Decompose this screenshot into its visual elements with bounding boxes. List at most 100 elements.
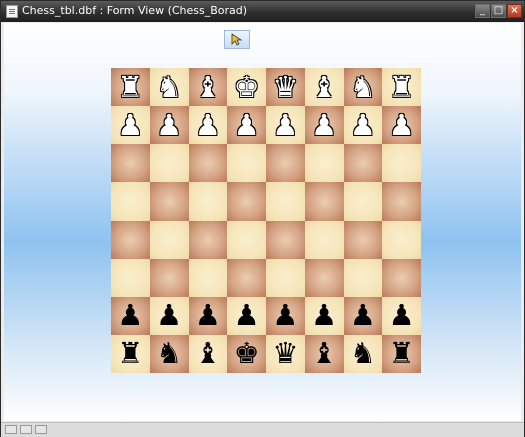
square-a5[interactable]	[111, 182, 150, 221]
black-piece[interactable]: ♟	[234, 301, 260, 330]
white-piece[interactable]: ♝	[311, 72, 337, 102]
square-d1[interactable]: ♚	[227, 334, 266, 373]
square-b8[interactable]: ♞	[149, 68, 189, 107]
square-g2[interactable]: ♟	[343, 296, 383, 335]
white-piece[interactable]: ♞	[350, 72, 376, 102]
square-f7[interactable]: ♟	[304, 106, 344, 145]
square-a6[interactable]	[111, 144, 150, 183]
square-e5[interactable]	[266, 182, 305, 221]
square-a1[interactable]: ♜	[111, 334, 150, 373]
close-button[interactable]: ×	[507, 4, 522, 18]
black-piece[interactable]: ♟	[389, 301, 415, 330]
white-piece[interactable]: ♟	[272, 110, 298, 140]
square-f8[interactable]: ♝	[304, 68, 344, 107]
white-piece[interactable]: ♜	[117, 72, 143, 102]
black-piece[interactable]: ♟	[272, 301, 298, 330]
square-c1[interactable]: ♝	[188, 334, 228, 373]
square-d4[interactable]	[227, 220, 266, 259]
square-d5[interactable]	[227, 182, 266, 221]
square-f1[interactable]: ♝	[304, 334, 344, 373]
white-piece[interactable]: ♜	[389, 72, 415, 102]
square-g3[interactable]	[343, 258, 383, 297]
square-g6[interactable]	[343, 144, 383, 183]
square-g5[interactable]	[343, 182, 383, 221]
square-e1[interactable]: ♛	[266, 334, 305, 373]
square-f3[interactable]	[304, 258, 344, 297]
square-g8[interactable]: ♞	[343, 68, 383, 107]
square-f6[interactable]	[304, 144, 344, 183]
square-h7[interactable]: ♟	[382, 106, 421, 145]
black-piece[interactable]: ♛	[272, 339, 298, 368]
white-piece[interactable]: ♟	[117, 110, 143, 140]
square-d2[interactable]: ♟	[227, 296, 266, 335]
square-g7[interactable]: ♟	[343, 106, 383, 145]
black-piece[interactable]: ♟	[350, 301, 376, 330]
white-piece[interactable]: ♟	[389, 110, 415, 140]
white-piece[interactable]: ♛	[272, 72, 298, 102]
black-piece[interactable]: ♞	[350, 339, 376, 368]
white-piece[interactable]: ♚	[234, 72, 260, 102]
black-piece[interactable]: ♚	[234, 339, 260, 368]
square-e6[interactable]	[266, 144, 305, 183]
white-piece[interactable]: ♟	[234, 110, 260, 140]
square-f5[interactable]	[304, 182, 344, 221]
white-piece[interactable]: ♞	[156, 72, 182, 102]
white-piece[interactable]: ♟	[195, 110, 221, 140]
white-piece[interactable]: ♟	[156, 110, 182, 140]
square-d6[interactable]	[227, 144, 266, 183]
select-tool-button[interactable]	[224, 30, 250, 49]
square-h6[interactable]	[382, 144, 421, 183]
square-h2[interactable]: ♟	[382, 296, 421, 335]
black-piece[interactable]: ♟	[195, 301, 221, 330]
black-piece[interactable]: ♜	[117, 339, 143, 368]
square-h4[interactable]	[382, 220, 421, 259]
square-e3[interactable]	[266, 258, 305, 297]
black-piece[interactable]: ♟	[117, 301, 143, 330]
square-f2[interactable]: ♟	[304, 296, 344, 335]
square-a7[interactable]: ♟	[111, 106, 150, 145]
square-e4[interactable]	[266, 220, 305, 259]
square-b5[interactable]	[149, 182, 189, 221]
square-c6[interactable]	[188, 144, 228, 183]
square-g4[interactable]	[343, 220, 383, 259]
square-g1[interactable]: ♞	[343, 334, 383, 373]
square-c3[interactable]	[188, 258, 228, 297]
square-f4[interactable]	[304, 220, 344, 259]
square-h3[interactable]	[382, 258, 421, 297]
square-h1[interactable]: ♜	[382, 334, 421, 373]
square-b6[interactable]	[149, 144, 189, 183]
white-piece[interactable]: ♟	[311, 110, 337, 140]
minimize-button[interactable]: _	[475, 4, 490, 18]
square-c2[interactable]: ♟	[188, 296, 228, 335]
square-b1[interactable]: ♞	[149, 334, 189, 373]
square-h5[interactable]	[382, 182, 421, 221]
square-c7[interactable]: ♟	[188, 106, 228, 145]
square-c4[interactable]	[188, 220, 228, 259]
square-b3[interactable]	[149, 258, 189, 297]
black-piece[interactable]: ♝	[311, 339, 337, 368]
square-b7[interactable]: ♟	[149, 106, 189, 145]
square-d8[interactable]: ♚	[227, 68, 266, 107]
square-c8[interactable]: ♝	[188, 68, 228, 107]
square-a4[interactable]	[111, 220, 150, 259]
square-c5[interactable]	[188, 182, 228, 221]
square-e7[interactable]: ♟	[266, 106, 305, 145]
square-h8[interactable]: ♜	[382, 68, 421, 107]
square-e2[interactable]: ♟	[266, 296, 305, 335]
square-d7[interactable]: ♟	[227, 106, 266, 145]
square-e8[interactable]: ♛	[266, 68, 305, 107]
square-b2[interactable]: ♟	[149, 296, 189, 335]
square-b4[interactable]	[149, 220, 189, 259]
white-piece[interactable]: ♟	[350, 110, 376, 140]
square-a2[interactable]: ♟	[111, 296, 150, 335]
square-a3[interactable]	[111, 258, 150, 297]
black-piece[interactable]: ♝	[195, 339, 221, 368]
square-d3[interactable]	[227, 258, 266, 297]
black-piece[interactable]: ♞	[156, 339, 182, 368]
black-piece[interactable]: ♟	[156, 301, 182, 330]
white-piece[interactable]: ♝	[195, 72, 221, 102]
square-a8[interactable]: ♜	[111, 68, 150, 107]
title-bar[interactable]: Chess_tbl.dbf : Form View (Chess_Borad) …	[1, 1, 524, 22]
black-piece[interactable]: ♜	[389, 339, 415, 368]
black-piece[interactable]: ♟	[311, 301, 337, 330]
